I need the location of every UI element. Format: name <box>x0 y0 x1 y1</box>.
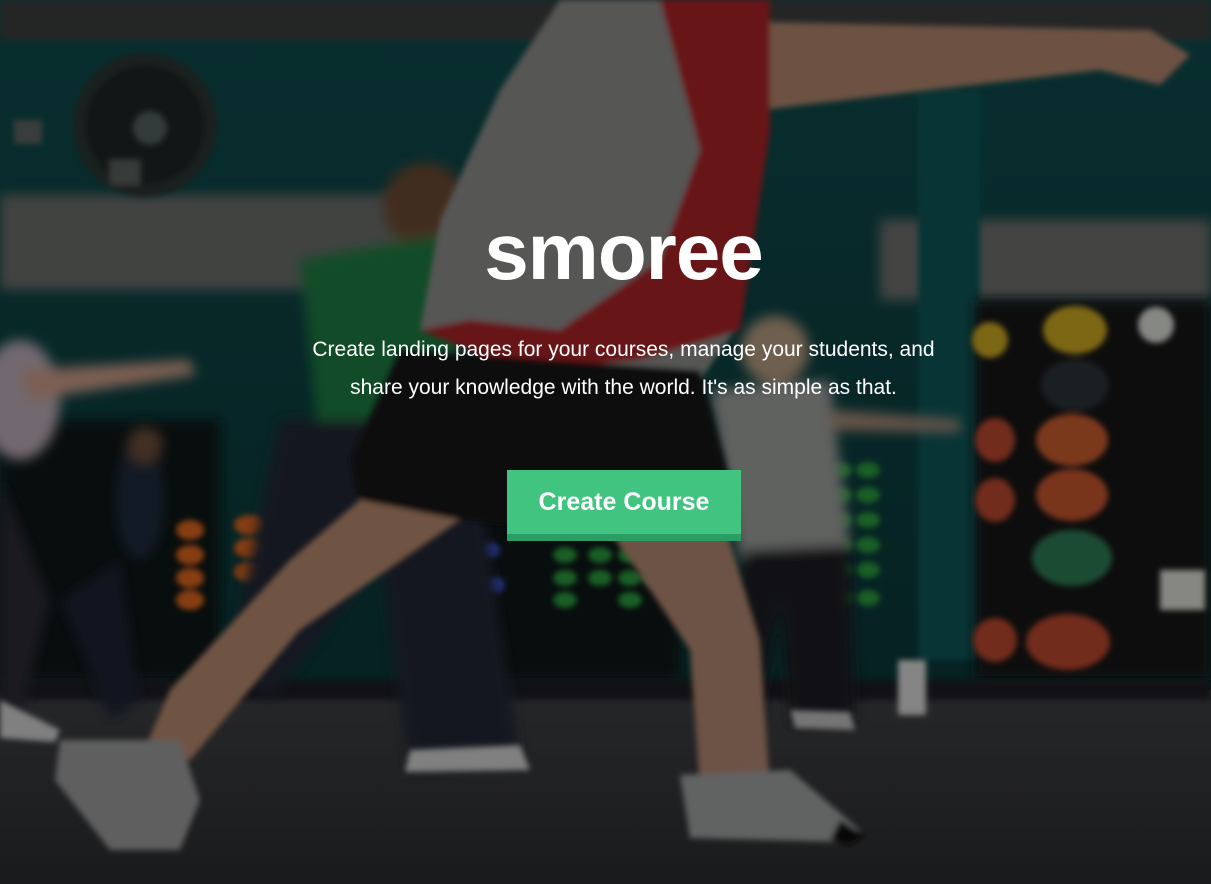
hero-tagline: Create landing pages for your courses, m… <box>0 331 1211 407</box>
create-course-button[interactable]: Create Course <box>507 470 741 541</box>
brand-logo-text: smoree <box>484 207 764 296</box>
tagline-line-1: Create landing pages for your courses, m… <box>312 338 935 361</box>
hero-content: smoree Create landing pages for your cou… <box>0 0 1211 884</box>
hero-section: smoree Create landing pages for your cou… <box>0 0 1211 884</box>
tagline-line-2: share your knowledge with the world. It'… <box>350 376 897 399</box>
